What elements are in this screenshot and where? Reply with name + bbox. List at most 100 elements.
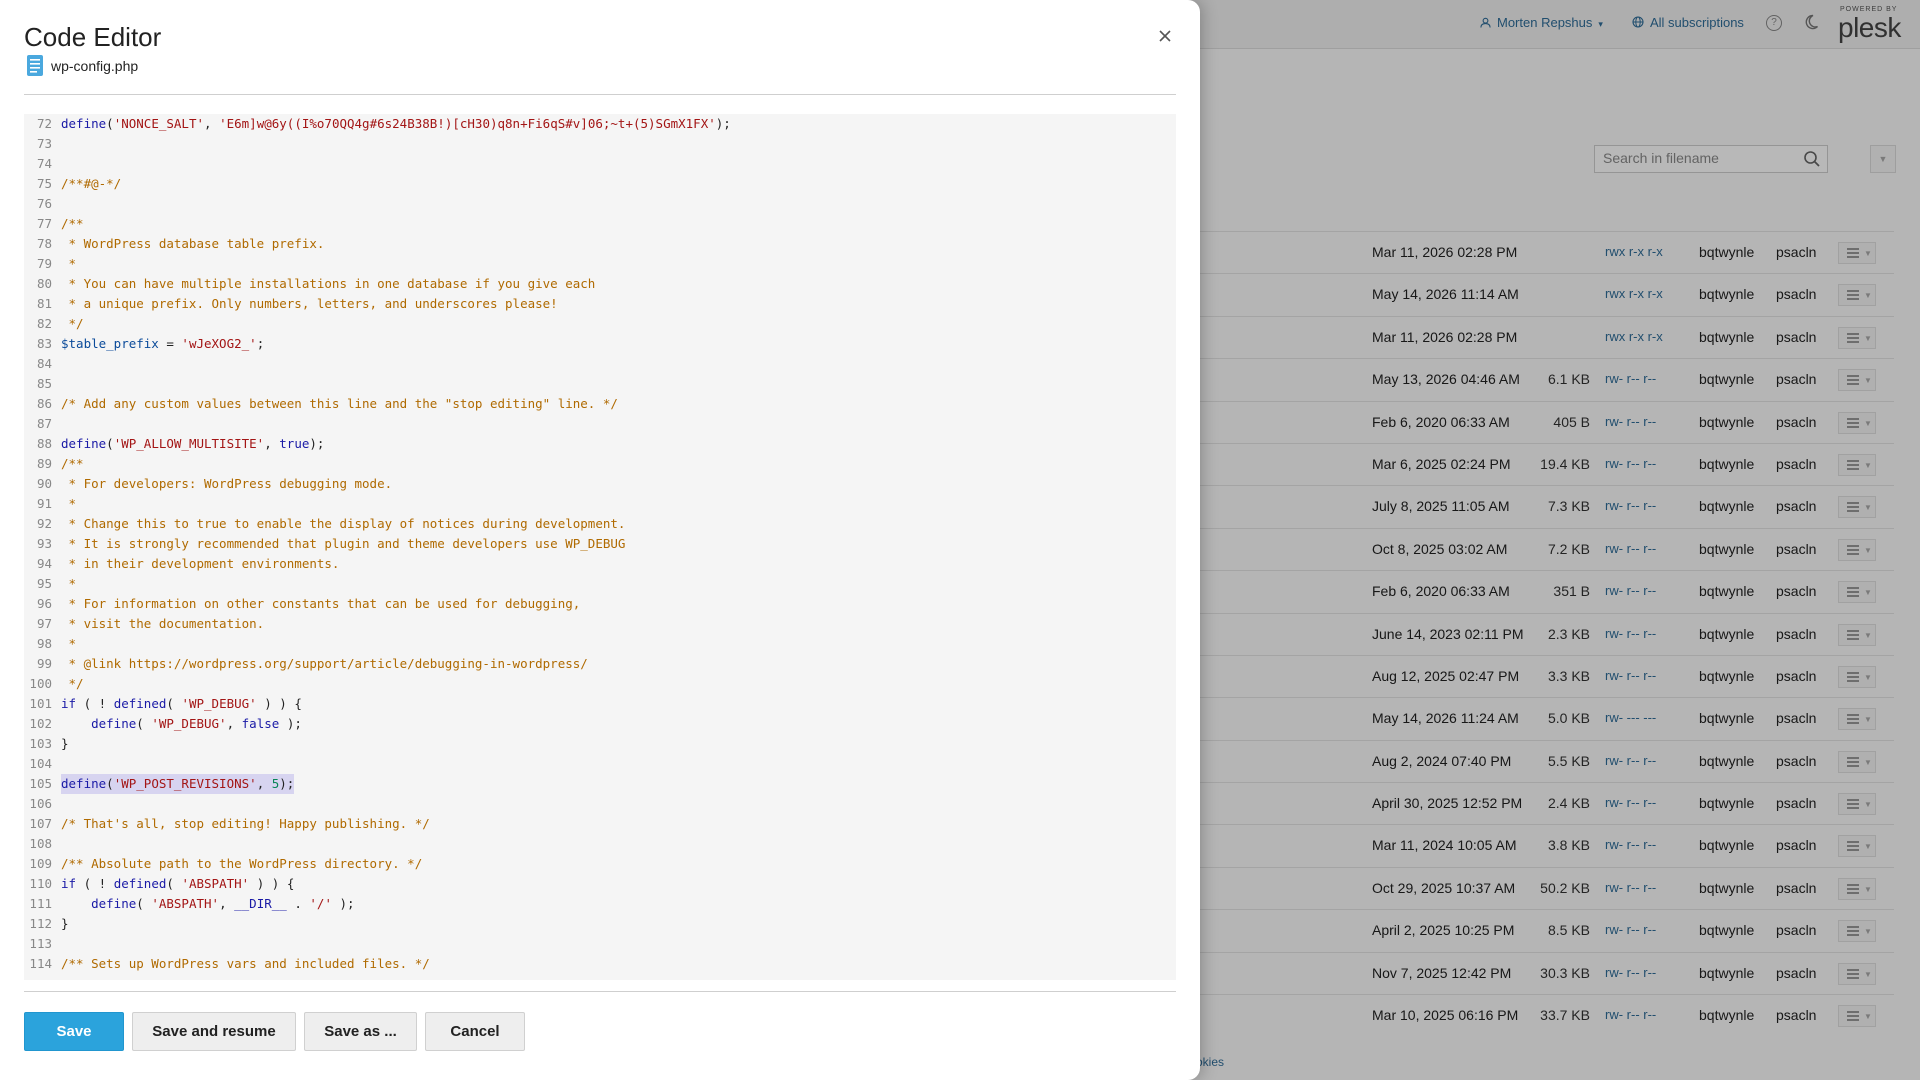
code-line[interactable]: 85: [24, 374, 1176, 394]
code-editor[interactable]: 72 define('NONCE_SALT', 'E6m]w@6y((I%o70Q…: [24, 114, 1176, 980]
line-number: 110: [29, 876, 52, 891]
code-token: ,: [264, 436, 280, 451]
code-line[interactable]: 99 * @link https://wordpress.org/support…: [24, 654, 1176, 674]
code-line[interactable]: 110 if ( ! defined( 'ABSPATH' ) ) {: [24, 874, 1176, 894]
code-line[interactable]: 81 * a unique prefix. Only numbers, lett…: [24, 294, 1176, 314]
code-text: define('WP_ALLOW_MULTISITE', true);: [61, 434, 324, 454]
code-line[interactable]: 102 define( 'WP_DEBUG', false );: [24, 714, 1176, 734]
code-line[interactable]: 80 * You can have multiple installations…: [24, 274, 1176, 294]
code-token: * WordPress database table prefix.: [61, 236, 325, 251]
code-line[interactable]: 86 /* Add any custom values between this …: [24, 394, 1176, 414]
code-text: *: [61, 574, 77, 594]
code-token: );: [309, 436, 325, 451]
code-token: * It is strongly recommended that plugin…: [61, 536, 626, 551]
code-text: if ( ! defined( 'ABSPATH' ) ) {: [61, 874, 294, 894]
code-text: if ( ! defined( 'WP_DEBUG' ) ) {: [61, 694, 302, 714]
code-token: /** Sets up WordPress vars and included …: [61, 956, 430, 971]
code-line[interactable]: 98 *: [24, 634, 1176, 654]
code-token: =: [158, 336, 182, 351]
code-token: *: [61, 256, 77, 271]
line-number: 73: [36, 136, 52, 151]
code-line[interactable]: 79 *: [24, 254, 1176, 274]
code-line[interactable]: 107 /* That's all, stop editing! Happy pu…: [24, 814, 1176, 834]
code-line[interactable]: 103}: [24, 734, 1176, 754]
line-number: 85: [36, 376, 52, 391]
code-text: * WordPress database table prefix.: [61, 234, 325, 254]
code-line[interactable]: 76: [24, 194, 1176, 214]
line-number: 88: [36, 436, 52, 451]
line-number: 77: [36, 216, 52, 231]
save-and-resume-button[interactable]: Save and resume: [132, 1012, 296, 1051]
code-line[interactable]: 90 * For developers: WordPress debugging…: [24, 474, 1176, 494]
code-line[interactable]: 112}: [24, 914, 1176, 934]
code-line[interactable]: 74: [24, 154, 1176, 174]
line-number: 106: [29, 796, 52, 811]
code-token: 'WP_POST_REVISIONS': [113, 776, 257, 791]
code-line[interactable]: 95 *: [24, 574, 1176, 594]
line-number: 90: [36, 476, 52, 491]
code-text: /**: [61, 214, 84, 234]
code-line[interactable]: 73: [24, 134, 1176, 154]
code-token: * @link https://wordpress.org/support/ar…: [61, 656, 588, 671]
close-icon[interactable]: [1154, 25, 1176, 47]
save-button[interactable]: Save: [24, 1012, 124, 1051]
code-text: $table_prefix = 'wJeXOG2_';: [61, 334, 264, 354]
code-token: }: [61, 736, 69, 751]
code-line[interactable]: 109 /** Absolute path to the WordPress di…: [24, 854, 1176, 874]
code-text: }: [61, 914, 69, 934]
code-line[interactable]: 96 * For information on other constants …: [24, 594, 1176, 614]
code-token: );: [715, 116, 731, 131]
code-text: define('WP_POST_REVISIONS', 5);: [61, 774, 295, 794]
code-text: /** Sets up WordPress vars and included …: [61, 954, 430, 974]
code-token: (: [106, 776, 114, 791]
code-line[interactable]: 114 /** Sets up WordPress vars and includ…: [24, 954, 1176, 974]
code-line[interactable]: 101 if ( ! defined( 'WP_DEBUG' ) ) {: [24, 694, 1176, 714]
code-line[interactable]: 87: [24, 414, 1176, 434]
code-line[interactable]: 104: [24, 754, 1176, 774]
code-line[interactable]: 84: [24, 354, 1176, 374]
code-line[interactable]: 111 define( 'ABSPATH', __DIR__ . '/' );: [24, 894, 1176, 914]
code-text: */: [61, 314, 84, 334]
code-token: false: [241, 716, 280, 731]
code-token: .: [286, 896, 310, 911]
code-line[interactable]: 83 $table_prefix = 'wJeXOG2_';: [24, 334, 1176, 354]
line-number: 81: [36, 296, 52, 311]
code-text: define( 'WP_DEBUG', false );: [61, 714, 302, 734]
code-token: );: [279, 716, 302, 731]
code-token: define: [61, 436, 107, 451]
line-number: 98: [36, 636, 52, 651]
code-token: * For developers: WordPress debugging mo…: [61, 476, 393, 491]
line-number: 94: [36, 556, 52, 571]
line-number: 78: [36, 236, 52, 251]
code-line[interactable]: 105 define('WP_POST_REVISIONS', 5);: [24, 774, 1176, 794]
code-line[interactable]: 100 */: [24, 674, 1176, 694]
code-line[interactable]: 108: [24, 834, 1176, 854]
code-token: ;: [256, 336, 265, 351]
code-line[interactable]: 88 define('WP_ALLOW_MULTISITE', true);: [24, 434, 1176, 454]
code-line[interactable]: 77 /**: [24, 214, 1176, 234]
code-text: /** Absolute path to the WordPress direc…: [61, 854, 422, 874]
code-token: (: [136, 896, 152, 911]
code-text: */: [61, 674, 84, 694]
code-line[interactable]: 82 */: [24, 314, 1176, 334]
code-line[interactable]: 91 *: [24, 494, 1176, 514]
code-line[interactable]: 93 * It is strongly recommended that plu…: [24, 534, 1176, 554]
code-token: ,: [256, 776, 272, 791]
code-line[interactable]: 97 * visit the documentation.: [24, 614, 1176, 634]
code-line[interactable]: 89 /**: [24, 454, 1176, 474]
code-line[interactable]: 113: [24, 934, 1176, 954]
save-as-button[interactable]: Save as ...: [304, 1012, 417, 1051]
cancel-button[interactable]: Cancel: [425, 1012, 525, 1051]
code-text: *: [61, 494, 77, 514]
code-line[interactable]: 94 * in their development environments.: [24, 554, 1176, 574]
code-line[interactable]: 92 * Change this to true to enable the d…: [24, 514, 1176, 534]
code-token: ,: [204, 116, 220, 131]
code-line[interactable]: 75 /**#@-*/: [24, 174, 1176, 194]
code-text: *: [61, 254, 77, 274]
code-line[interactable]: 78 * WordPress database table prefix.: [24, 234, 1176, 254]
code-line[interactable]: 106: [24, 794, 1176, 814]
line-number: 92: [36, 516, 52, 531]
code-line[interactable]: 72 define('NONCE_SALT', 'E6m]w@6y((I%o70Q…: [24, 114, 1176, 134]
code-token: define: [61, 116, 107, 131]
line-number: 82: [36, 316, 52, 331]
